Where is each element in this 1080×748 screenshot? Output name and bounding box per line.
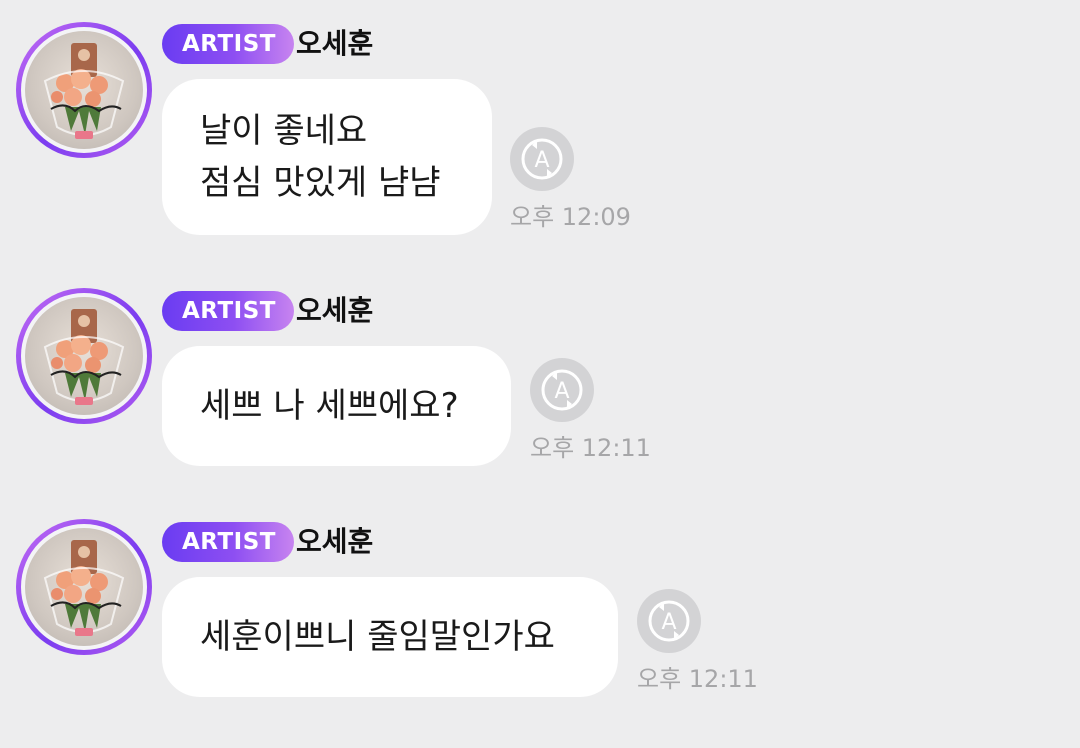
message-bubble[interactable]: 세훈이쁘니 줄임말인가요 (162, 577, 618, 697)
bouquet-image (43, 309, 125, 405)
translate-button[interactable]: A (530, 358, 594, 422)
avatar-border (21, 293, 147, 419)
timestamp: 오후 12:11 (530, 434, 651, 462)
artist-badge: ARTIST (162, 24, 294, 64)
timestamp: 오후 12:11 (637, 665, 758, 693)
avatar-photo (25, 31, 143, 149)
avatar[interactable] (16, 22, 152, 158)
avatar-border (21, 27, 147, 153)
bouquet-image (43, 540, 125, 636)
avatar-border (21, 524, 147, 650)
message-text: 세쁘 나 세쁘에요? (200, 386, 459, 426)
sender-name: 오세훈 (296, 27, 374, 60)
message-bubble[interactable]: 세쁘 나 세쁘에요? (162, 346, 511, 466)
avatar[interactable] (16, 288, 152, 424)
sender-name: 오세훈 (296, 294, 374, 327)
avatar[interactable] (16, 519, 152, 655)
chat-message: ARTIST 오세훈 세훈이쁘니 줄임말인가요 A 오후 12:11 (0, 497, 1080, 717)
artist-badge: ARTIST (162, 291, 294, 331)
message-text: 날이 좋네요 (200, 111, 368, 151)
timestamp: 오후 12:09 (510, 203, 631, 231)
avatar-photo (25, 297, 143, 415)
translate-button[interactable]: A (637, 589, 701, 653)
translate-icon: A (541, 369, 583, 411)
translate-icon: A (648, 600, 690, 642)
message-text: 점심 맛있게 냠냠 (200, 163, 441, 203)
message-bubble[interactable]: 날이 좋네요 점심 맛있게 냠냠 (162, 79, 492, 235)
chat-message: ARTIST 오세훈 세쁘 나 세쁘에요? A 오후 12:11 (0, 266, 1080, 486)
message-text: 세훈이쁘니 줄임말인가요 (200, 617, 555, 657)
artist-badge: ARTIST (162, 522, 294, 562)
translate-icon: A (521, 138, 563, 180)
chat-message: ARTIST 오세훈 날이 좋네요 점심 맛있게 냠냠 A 오후 12:09 (0, 0, 1080, 235)
bouquet-image (43, 43, 125, 139)
svg-text:A: A (554, 379, 569, 404)
svg-text:A: A (534, 148, 549, 173)
avatar-photo (25, 528, 143, 646)
sender-name: 오세훈 (296, 525, 374, 558)
svg-text:A: A (661, 610, 676, 635)
translate-button[interactable]: A (510, 127, 574, 191)
